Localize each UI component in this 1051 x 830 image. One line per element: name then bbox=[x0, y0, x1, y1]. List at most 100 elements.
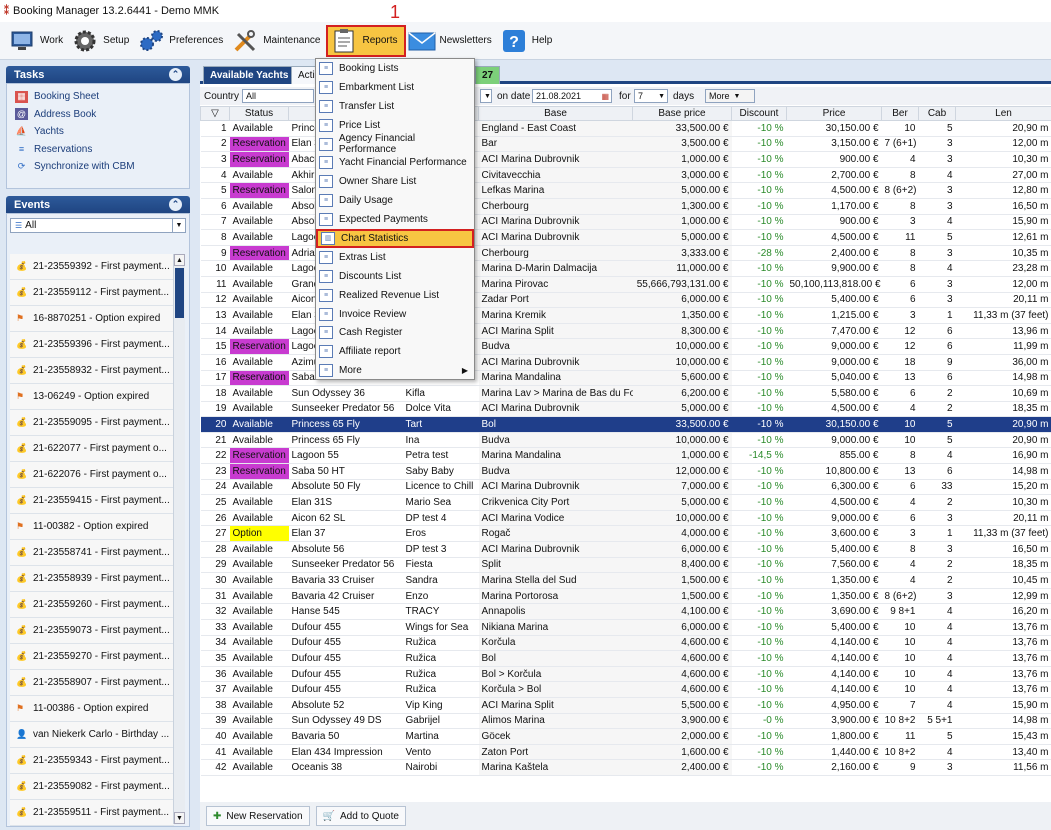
table-row[interactable]: 32 Available Hanse 545 TRACY Annapolis 4,100.… bbox=[200, 603, 1051, 620]
tab-active[interactable]: Acti bbox=[291, 66, 317, 84]
chevron-up-icon[interactable]: ⌃ bbox=[169, 198, 182, 211]
task-booking-sheet[interactable]: ▦ Booking Sheet bbox=[15, 88, 181, 106]
event-item[interactable]: 💰 21-622077 - First payment o... bbox=[10, 436, 174, 462]
menu-item[interactable]: ≡ Invoice Review bbox=[316, 305, 474, 324]
chevron-down-icon[interactable]: ▼ bbox=[172, 219, 185, 232]
event-item[interactable]: 👤 van Niekerk Carlo - Birthday ... bbox=[10, 722, 174, 748]
col-sort-header[interactable]: ▽ bbox=[200, 106, 230, 121]
table-row[interactable]: 24 Available Absolute 50 Fly Licence to Chi… bbox=[200, 479, 1051, 496]
more-button[interactable]: More ▼ bbox=[705, 89, 755, 103]
table-row[interactable]: 36 Available Dufour 455 Ružica Bol > Korčula… bbox=[200, 666, 1051, 683]
menu-item[interactable]: ≡ Price List bbox=[316, 116, 474, 135]
col-discount[interactable]: Discount bbox=[731, 106, 787, 121]
table-row[interactable]: 19 Available Sunseeker Predator 56 Dolce Vi… bbox=[200, 401, 1051, 418]
events-header[interactable]: Events ⌃ bbox=[6, 196, 190, 213]
table-row[interactable]: 37 Available Dufour 455 Ružica Korčula > Bol… bbox=[200, 681, 1051, 698]
menu-item[interactable]: ≡ Owner Share List bbox=[316, 172, 474, 191]
menu-item[interactable]: ≡ Transfer List bbox=[316, 97, 474, 116]
table-row[interactable]: 42 Available Oceanis 38 Nairobi Marina Kašte… bbox=[200, 759, 1051, 776]
col-berths[interactable]: Ber bbox=[881, 106, 919, 121]
calendar-icon[interactable]: ▦ bbox=[601, 92, 609, 101]
chevron-up-icon[interactable]: ⌃ bbox=[169, 68, 182, 81]
menu-item[interactable]: ≡ Daily Usage bbox=[316, 191, 474, 210]
days-select[interactable]: 7 ▼ bbox=[634, 89, 668, 103]
event-item[interactable]: 💰 21-23559415 - First payment... bbox=[10, 488, 174, 514]
work-button[interactable]: Work bbox=[6, 25, 69, 57]
table-row[interactable]: 35 Available Dufour 455 Ružica Bol 4,600.00 €… bbox=[200, 650, 1051, 667]
events-list[interactable]: 💰 21-23559392 - First payment... 💰 21-23559… bbox=[10, 254, 174, 826]
event-item[interactable]: 💰 21-23559343 - First payment... bbox=[10, 748, 174, 774]
col-status[interactable]: Status bbox=[229, 106, 289, 121]
task-address-book[interactable]: @ Address Book bbox=[15, 106, 181, 124]
table-row[interactable]: 18 Available Sun Odyssey 36 Kifla Marina Lav… bbox=[200, 385, 1051, 402]
table-row[interactable]: 23 Reservation Saba 50 HT Saby Baby Budva 12,… bbox=[200, 463, 1051, 480]
event-item[interactable]: 💰 21-23558932 - First payment... bbox=[10, 358, 174, 384]
table-row[interactable]: 29 Available Sunseeker Predator 56 Fiesta Sp… bbox=[200, 557, 1051, 574]
event-item[interactable]: 💰 21-23558939 - First payment... bbox=[10, 566, 174, 592]
event-item[interactable]: 💰 21-23558741 - First payment... bbox=[10, 540, 174, 566]
table-row[interactable]: 39 Available Sun Odyssey 49 DS Gabrijel Alim… bbox=[200, 713, 1051, 730]
new-reservation-button[interactable]: ✚ New Reservation bbox=[206, 806, 310, 826]
task-reservations[interactable]: ≡ Reservations bbox=[15, 141, 181, 159]
tab-count-badge[interactable]: 27 bbox=[475, 66, 501, 84]
task-yachts[interactable]: ⛵ Yachts bbox=[15, 123, 181, 141]
scroll-thumb[interactable] bbox=[175, 268, 184, 318]
table-row[interactable]: 30 Available Bavaria 33 Cruiser Sandra Marin… bbox=[200, 572, 1051, 589]
event-item[interactable]: 💰 21-23559095 - First payment... bbox=[10, 410, 174, 436]
event-item[interactable]: ⚑ 13-06249 - Option expired bbox=[10, 384, 174, 410]
table-row[interactable]: 41 Available Elan 434 Impression Vento Zaton… bbox=[200, 744, 1051, 761]
table-row[interactable]: 31 Available Bavaria 42 Cruiser Enzo Marina … bbox=[200, 588, 1051, 605]
country-select[interactable]: All bbox=[242, 89, 314, 103]
menu-item[interactable]: ≡ Affiliate report bbox=[316, 342, 474, 361]
maintenance-button[interactable]: Maintenance bbox=[229, 25, 326, 57]
event-item[interactable]: 💰 21-23558907 - First payment... bbox=[10, 670, 174, 696]
table-row[interactable]: 21 Available Princess 65 Fly Ina Budva 10,000… bbox=[200, 432, 1051, 449]
menu-item[interactable]: ≡ Agency Financial Performance bbox=[316, 133, 474, 155]
event-item[interactable]: 💰 21-23559270 - First payment... bbox=[10, 644, 174, 670]
col-base[interactable]: Base bbox=[478, 106, 633, 121]
menu-item[interactable]: ≡ Extras List bbox=[316, 248, 474, 267]
events-filter-select[interactable]: ☰ All ▼ bbox=[10, 218, 186, 233]
events-scrollbar[interactable]: ▲ ▼ bbox=[173, 254, 185, 824]
table-row[interactable]: 33 Available Dufour 455 Wings for Sea Nikian… bbox=[200, 619, 1051, 636]
table-row[interactable]: 25 Available Elan 31S Mario Sea Crikvenica C… bbox=[200, 494, 1051, 511]
event-item[interactable]: ⚑ 11-00386 - Option expired bbox=[10, 696, 174, 722]
help-button[interactable]: ? Help bbox=[498, 25, 559, 57]
col-price[interactable]: Price bbox=[786, 106, 882, 121]
table-row[interactable]: 28 Available Absolute 56 DP test 3 ACI Marin… bbox=[200, 541, 1051, 558]
newsletters-button[interactable]: Newsletters bbox=[406, 25, 498, 57]
date-input[interactable]: 21.08.2021 ▦ bbox=[532, 89, 612, 103]
table-row[interactable]: 40 Available Bavaria 50 Martina Göcek 2,000.0… bbox=[200, 728, 1051, 745]
event-item[interactable]: ⚑ 11-00382 - Option expired bbox=[10, 514, 174, 540]
table-row[interactable]: 20 Available Princess 65 Fly Tart Bol 33,500.… bbox=[200, 416, 1051, 433]
table-row[interactable]: 27 Option Elan 37 Eros Rogač 4,000.00 € -10 % 3… bbox=[200, 525, 1051, 543]
menu-item[interactable]: ≡ Yacht Financial Performance bbox=[316, 153, 474, 172]
menu-item[interactable]: ≡ Expected Payments bbox=[316, 210, 474, 229]
event-item[interactable]: 💰 21-23559396 - First payment... bbox=[10, 332, 174, 358]
table-row[interactable]: 34 Available Dufour 455 Ružica Korčula 4,600.… bbox=[200, 635, 1051, 652]
table-row[interactable]: 22 Reservation Lagoon 55 Petra test Marina M… bbox=[200, 447, 1051, 465]
col-cabins[interactable]: Cab bbox=[918, 106, 956, 121]
tab-available-yachts[interactable]: Available Yachts bbox=[203, 66, 296, 84]
event-item[interactable]: 💰 21-23559511 - First payment... bbox=[10, 800, 174, 826]
menu-item[interactable]: ≡ Booking Lists bbox=[316, 59, 474, 78]
event-item[interactable]: 💰 21-23559260 - First payment... bbox=[10, 592, 174, 618]
menu-item[interactable]: ≡ Cash Register bbox=[316, 323, 474, 342]
menu-item[interactable]: ≡ Embarkment List bbox=[316, 78, 474, 97]
setup-button[interactable]: Setup bbox=[69, 25, 135, 57]
scroll-up-icon[interactable]: ▲ bbox=[174, 254, 185, 266]
tasks-header[interactable]: Tasks ⌃ bbox=[6, 66, 190, 83]
scroll-down-icon[interactable]: ▼ bbox=[174, 812, 185, 824]
menu-item[interactable]: ▥ Chart Statistics bbox=[316, 229, 474, 248]
preferences-button[interactable]: Preferences bbox=[135, 25, 229, 57]
event-item[interactable]: 💰 21-23559112 - First payment... bbox=[10, 280, 174, 306]
chevron-down-icon[interactable]: ▼ bbox=[480, 89, 492, 103]
menu-item[interactable]: ≡ Realized Revenue List bbox=[316, 286, 474, 305]
table-row[interactable]: 26 Available Aicon 62 SL DP test 4 ACI Marin… bbox=[200, 510, 1051, 527]
reports-button[interactable]: Reports bbox=[326, 24, 406, 57]
event-item[interactable]: ⚑ 16-8870251 - Option expired bbox=[10, 306, 174, 332]
task-synchronize[interactable]: ⟳ Synchronize with CBM bbox=[15, 158, 181, 176]
event-item[interactable]: 💰 21-23559082 - First payment... bbox=[10, 774, 174, 800]
col-length[interactable]: Len bbox=[955, 106, 1051, 121]
col-base-price[interactable]: Base price bbox=[632, 106, 732, 121]
